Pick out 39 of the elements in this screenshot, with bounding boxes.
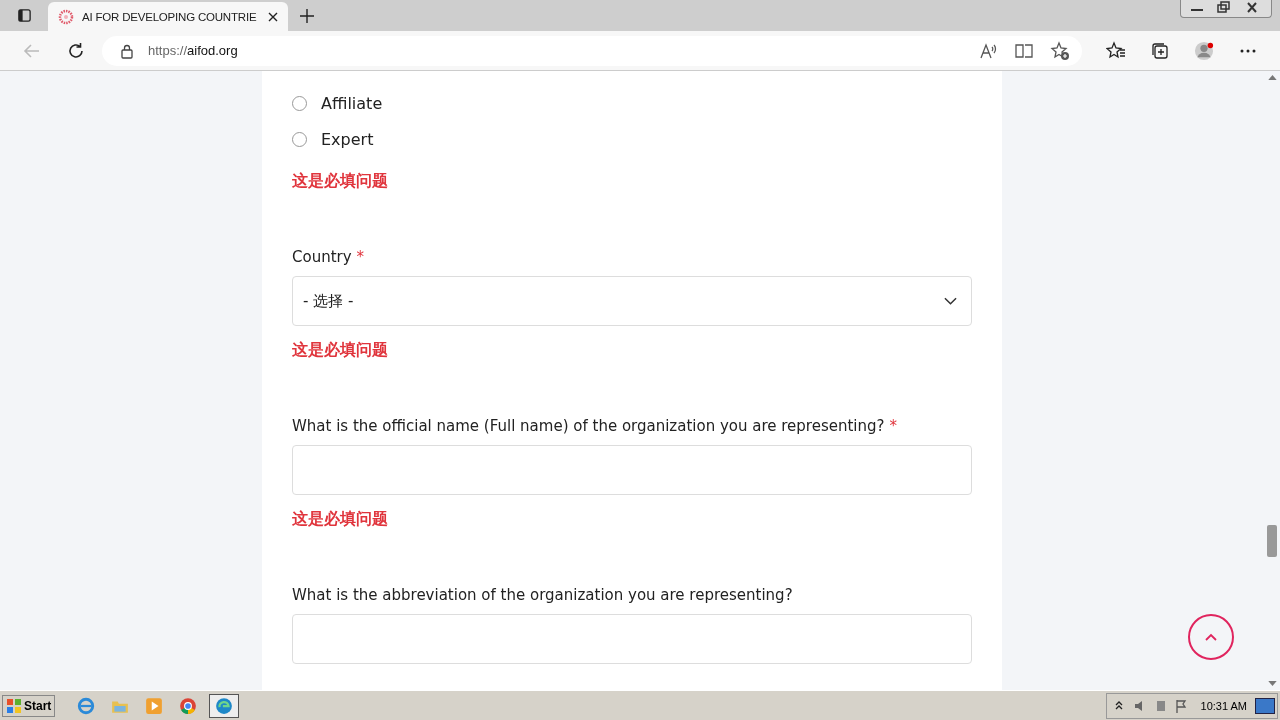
back-to-top-button[interactable] bbox=[1188, 614, 1234, 660]
option-label[interactable]: Affiliate bbox=[321, 93, 383, 113]
clock[interactable]: 10:31 AM bbox=[1200, 699, 1247, 712]
browser-tab[interactable]: AI FOR DEVELOPING COUNTRIE bbox=[48, 2, 288, 31]
scroll-down-icon[interactable] bbox=[1267, 681, 1277, 686]
field-label: What is the abbreviation of the organization you are representing? bbox=[292, 586, 793, 604]
media-player-icon[interactable] bbox=[145, 696, 164, 715]
profile-icon[interactable] bbox=[1194, 40, 1214, 61]
refresh-icon[interactable] bbox=[66, 40, 86, 61]
collections-icon[interactable] bbox=[1150, 40, 1170, 61]
start-button[interactable]: Start bbox=[2, 694, 56, 717]
required-mark: * bbox=[889, 417, 897, 435]
lock-icon bbox=[120, 42, 134, 59]
error-message: 这是必填问题 bbox=[292, 340, 389, 361]
chevron-up-icon bbox=[1205, 633, 1217, 641]
error-message: 这是必填问题 bbox=[292, 509, 389, 530]
show-desktop-button[interactable] bbox=[1255, 697, 1275, 714]
new-tab-icon[interactable] bbox=[300, 9, 314, 23]
favorites-icon[interactable] bbox=[1106, 40, 1126, 61]
required-mark: * bbox=[356, 248, 365, 266]
field-label: Country bbox=[292, 248, 352, 266]
windows-logo-icon bbox=[6, 697, 22, 714]
edge-taskbar-button[interactable] bbox=[209, 693, 240, 718]
close-icon[interactable] bbox=[268, 11, 278, 22]
site-logo-icon bbox=[58, 8, 74, 25]
window-controls[interactable] bbox=[1180, 0, 1272, 18]
address-bar[interactable]: https://aifod.org bbox=[102, 35, 1082, 66]
scroll-up-icon[interactable] bbox=[1267, 75, 1277, 80]
field-label: What is the official name (Full name) of the organization you are representing? bbox=[292, 417, 885, 435]
error-message: 这是必填问题 bbox=[292, 171, 389, 192]
tab-actions-icon[interactable] bbox=[17, 8, 32, 23]
chevron-down-icon bbox=[944, 297, 957, 305]
internet-explorer-icon[interactable] bbox=[77, 696, 96, 715]
chrome-icon[interactable] bbox=[179, 696, 198, 715]
add-favorite-icon[interactable] bbox=[1050, 40, 1070, 61]
edge-icon bbox=[215, 696, 234, 715]
option-label[interactable]: Expert bbox=[321, 129, 374, 149]
scrollbar-thumb[interactable] bbox=[1267, 525, 1277, 557]
country-select[interactable]: - 选择 - bbox=[292, 276, 972, 326]
